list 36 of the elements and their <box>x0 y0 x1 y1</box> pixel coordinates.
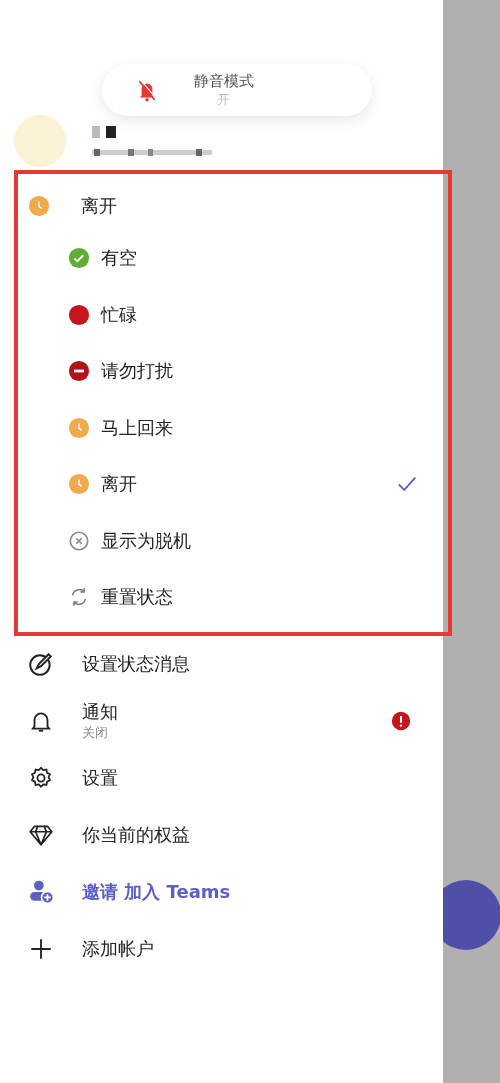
status-option[interactable]: 忙碌 <box>18 286 448 343</box>
menu-item-label: 添加帐户 <box>82 937 155 961</box>
menu-item[interactable]: 设置 <box>0 749 443 807</box>
menu-item-label: 邀请 加入 Teams <box>82 880 232 904</box>
menu-item[interactable]: 设置状态消息 <box>0 635 443 693</box>
menu-item[interactable]: 通知 关闭 <box>0 692 443 750</box>
plus-icon <box>28 936 54 962</box>
status-option[interactable]: 有空 <box>18 230 448 287</box>
clock-icon <box>68 473 90 496</box>
x-circle-icon <box>68 529 90 552</box>
menu-item-label: 你当前的权益 <box>82 823 191 847</box>
toast-title: 静音模式 <box>193 71 254 91</box>
menu-item-label: 设置状态消息 <box>82 652 191 676</box>
status-option[interactable]: 马上回来 <box>18 399 448 456</box>
toast-value: 开 <box>217 90 230 109</box>
pencil-circle-icon <box>28 651 54 677</box>
status-option[interactable]: 离开 <box>18 456 448 513</box>
diamond-icon <box>28 822 54 848</box>
menu-item[interactable]: 添加帐户 <box>0 920 443 978</box>
floating-add-button[interactable] <box>443 880 500 950</box>
status-option[interactable]: 重置状态 <box>18 569 448 626</box>
status-option[interactable]: 显示为脱机 <box>18 512 448 569</box>
busy-dot-icon <box>68 303 90 326</box>
menu-item-label: 设置 <box>82 766 119 790</box>
menu-item[interactable]: 你当前的权益 <box>0 806 443 864</box>
clock-icon <box>68 416 90 439</box>
current-status[interactable]: 离开 <box>18 182 448 230</box>
status-option[interactable]: 请勿打扰 <box>18 343 448 400</box>
clock-icon <box>28 195 50 217</box>
minus-circle-icon <box>68 360 90 383</box>
settings-icon <box>28 765 54 791</box>
menu-item-label: 通知 <box>82 700 119 724</box>
person-add-icon <box>28 879 54 905</box>
check-circle-icon <box>68 247 90 270</box>
menu-item-sublabel: 关闭 <box>82 724 109 742</box>
menu-item[interactable]: 邀请 加入 Teams <box>0 863 443 921</box>
